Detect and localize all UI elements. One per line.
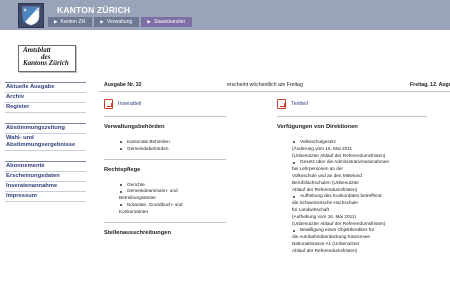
list-item[interactable]: Berufsfachschulen (Unbenutzter [292,180,427,187]
issue-bar: Ausgabe Nr. 32 erscheint wöchentlich am … [99,80,450,92]
issue-number: Ausgabe Nr. 32 [104,82,142,88]
right-column: Textteil Verfügungen von Direktionen Vol… [277,98,427,255]
breadcrumb-label: Verwaltung [106,19,133,25]
pdf-link-label: Textteil [291,101,308,107]
arrow-right-icon: ▶ [54,19,58,24]
list-item[interactable]: die Autobahnüberdeckung Katzensee [292,234,427,241]
nav-group-service: Abonnemente Erscheinungsdaten Inseratena… [5,161,86,202]
zurich-coat-of-arms-icon[interactable] [18,3,44,28]
list-item[interactable]: Kantonale Behörden [119,139,226,146]
list-item[interactable]: Gemeindebehörden [119,146,226,153]
inseratteil-pdf-link[interactable]: Inseratteil [104,98,226,110]
list-item[interactable]: Ablauf der Referendumsfristen) [292,248,427,255]
arrow-right-icon: ▶ [147,19,151,24]
list-item[interactable]: Konkursämter [119,209,226,216]
list-item[interactable]: Gesetz über die Administrativmassnahmen [292,159,427,166]
list-item[interactable]: (Unbenutzter Ablauf der Referendumsfrist… [292,153,427,160]
nav-item-abonnemente[interactable]: Abonnemente [5,162,86,172]
list-item[interactable]: für Landwirtschaft [292,207,427,214]
breadcrumb-label: Staatskanzlei [153,19,185,25]
list-item[interactable]: Bewilligung eines Objektkredites für [292,227,427,234]
breadcrumb-label: Kanton ZH [60,19,86,25]
list-item[interactable]: bei Lehrpersonen an der [292,166,427,173]
list-verwaltungsbehoerden: Kantonale Behörden Gemeindebehörden [119,139,226,153]
left-navigation: Aktuelle Ausgabe Archiv Register Abstimm… [5,82,86,202]
arrow-right-icon: ▶ [100,19,104,24]
breadcrumb-staatskanzlei[interactable]: ▶ Staatskanzlei [141,17,192,27]
section-title: Rechtspflege [104,166,141,173]
list-item[interactable]: Volksschule und an den Mittelund [292,173,427,180]
issue-frequency: erscheint wöchentlich am Freitag [227,82,303,88]
brand-line-3: Kantons Zürich [23,59,69,68]
list-item[interactable]: (Änderung vom 16. Mai 2011 [292,146,427,153]
list-item[interactable]: Volksschulgesetz [292,139,427,146]
section-title: Verfügungen von Direktionen [277,124,358,130]
breadcrumb-kanton-zh[interactable]: ▶ Kanton ZH [48,17,93,27]
nav-group-issues: Aktuelle Ausgabe Archiv Register [5,82,86,113]
nav-item-inseratenannahme[interactable]: Inseratenannahme [5,182,86,192]
list-item[interactable]: (Unbenutzter Ablauf der Referendumsfrist… [292,221,427,228]
list-rechtspflege: Gerichte Gemeindeammann- und Betreibungs… [119,182,226,216]
list-item[interactable]: die Schweizerische Hochschule [292,200,427,207]
nav-item-wahl-und-abstimmungsergebnisse[interactable]: Wahl- und Abstimmungsergebnisse [5,134,86,151]
list-item[interactable]: Notariate, Grundbuch- und [119,202,226,209]
nav-item-erscheinungsdaten[interactable]: Erscheinungsdaten [5,172,86,182]
site-title[interactable]: KANTON ZÜRICH [57,5,130,15]
list-item[interactable]: (Aufhebung vom 16. Mai 2011) [292,214,427,221]
textteil-pdf-link[interactable]: Textteil [277,98,427,110]
nav-group-votes: Abstimmungszeitung Wahl- und Abstimmungs… [5,123,86,151]
nav-item-abstimmungszeitung[interactable]: Abstimmungszeitung [5,124,86,134]
list-item[interactable]: Ablauf der Referendumsfristen) [292,187,427,194]
list-item[interactable]: Aufhebung des Konkordates betreffend [292,193,427,200]
list-verfuegungen: Volksschulgesetz (Änderung vom 16. Mai 2… [292,139,427,255]
list-item[interactable]: Betreibungsämter [119,195,226,202]
breadcrumb: ▶ Kanton ZH ▶ Verwaltung ▶ Staatskanzlei [48,17,194,27]
issue-date: Freitag, 12. Augu [410,82,450,88]
list-item[interactable]: Gerichte [119,182,226,189]
nav-item-aktuelle-ausgabe[interactable]: Aktuelle Ausgabe [5,83,86,93]
pdf-link-label: Inseratteil [118,101,142,107]
top-header: KANTON ZÜRICH ▶ Kanton ZH ▶ Verwaltung ▶ St… [0,0,450,30]
amtsblatt-logo[interactable]: Amtsblatt des Kantons Zürich [18,45,76,72]
pdf-icon [277,99,286,109]
section-title: Verwaltungsbehörden [104,124,165,130]
list-item[interactable]: Gemeindeammann- und [119,188,226,195]
nav-item-register[interactable]: Register [5,103,86,113]
list-item[interactable]: Nationalstrasse A1 (Unbenutzter [292,241,427,248]
breadcrumb-verwaltung[interactable]: ▶ Verwaltung [94,17,140,27]
left-column: Inseratteil Verwaltungsbehörden Kantonal… [104,98,226,237]
nav-item-archiv[interactable]: Archiv [5,93,86,103]
pdf-icon [104,99,113,109]
nav-item-impressum[interactable]: Impressum [5,192,86,202]
section-title: Stellenausschreibungen [104,229,172,236]
